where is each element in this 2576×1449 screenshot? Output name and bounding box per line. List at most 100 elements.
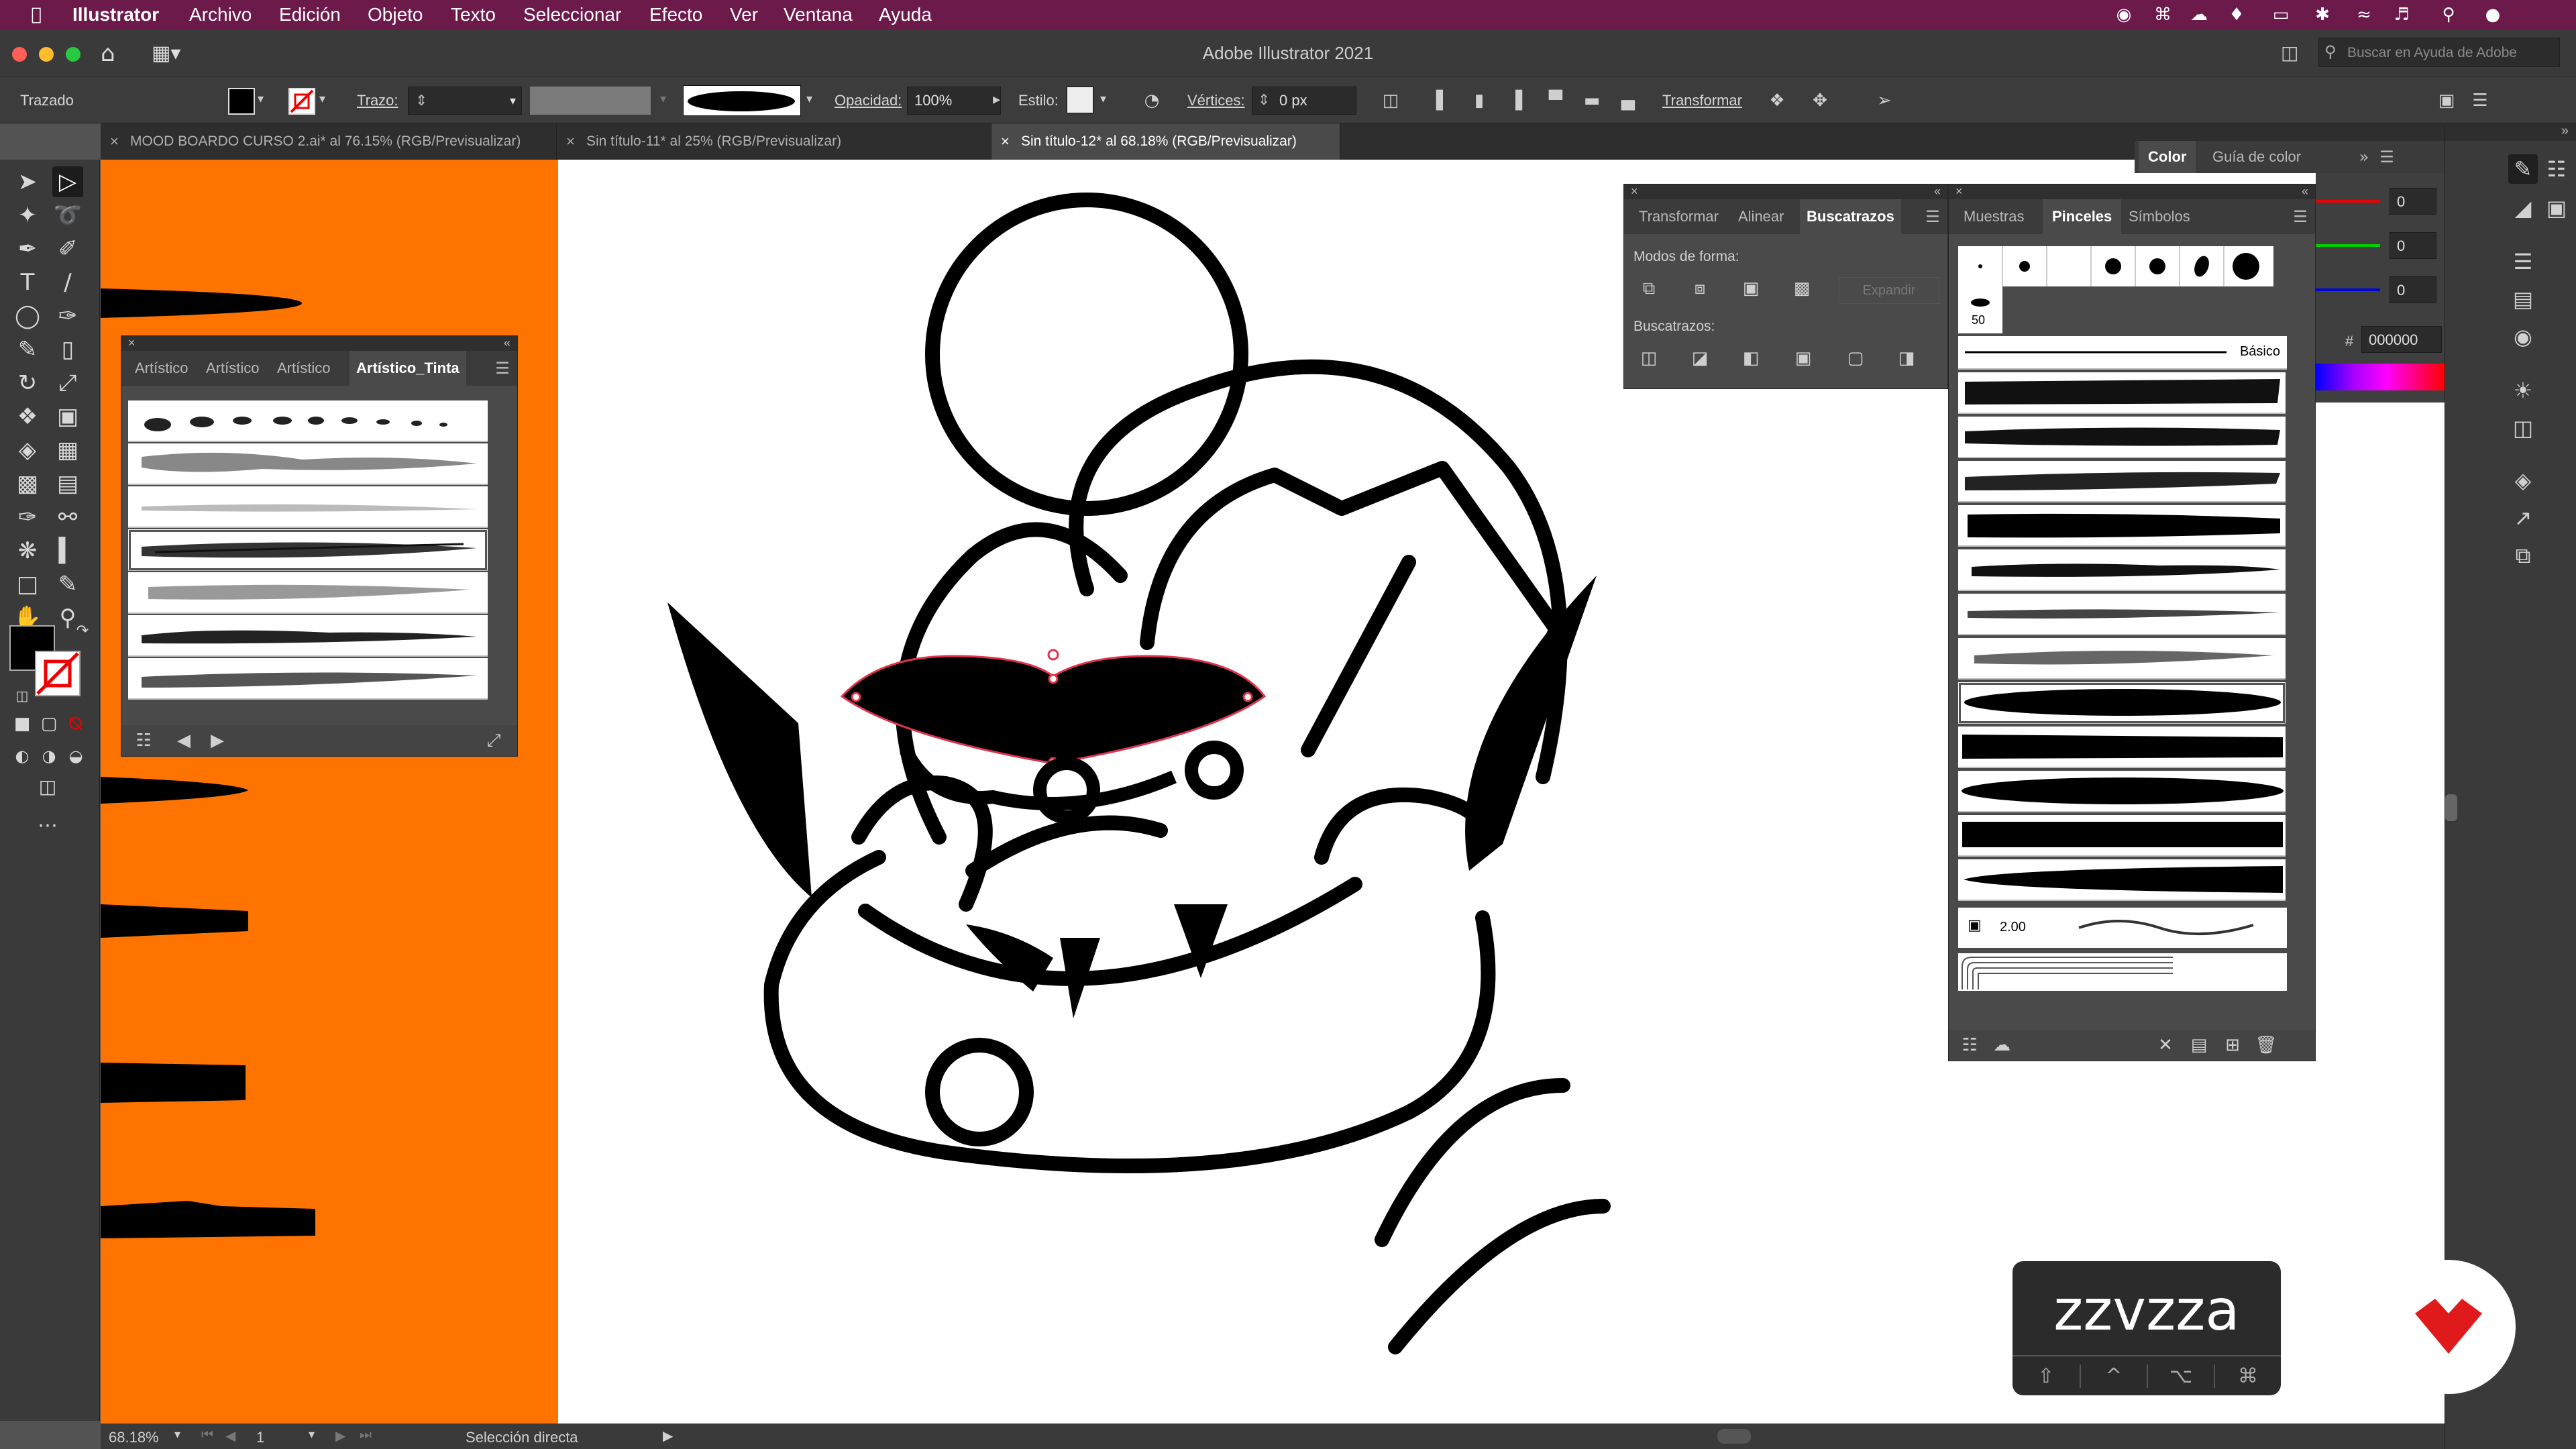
color-spectrum[interactable]: [2316, 364, 2445, 390]
tab-muestras[interactable]: Muestras: [1964, 199, 2024, 234]
stroke-label[interactable]: Trazo:: [357, 92, 398, 109]
fill-swatch[interactable]: [228, 88, 255, 115]
shape-builder-tool-icon[interactable]: ◈: [12, 435, 43, 466]
tab-simbolos[interactable]: Símbolos: [2129, 199, 2190, 234]
help-search-box[interactable]: ⚲ Buscar en Ayuda de Adobe: [2318, 38, 2560, 67]
eraser-tool-icon[interactable]: ▯: [52, 334, 83, 365]
brush-options-icon[interactable]: ▤: [2188, 1034, 2210, 1057]
brush-basic[interactable]: Básico: [1958, 336, 2287, 370]
opacity-expand-icon[interactable]: ▸: [993, 91, 1000, 108]
profile-dropdown-icon[interactable]: ▾: [660, 92, 666, 106]
previous-library-icon[interactable]: ◀: [172, 729, 195, 752]
graphic-style-swatch[interactable]: [1067, 87, 1093, 113]
magic-wand-tool-icon[interactable]: ✦: [12, 200, 43, 231]
edit-toolbar-icon[interactable]: ⋯: [32, 810, 63, 841]
slice-tool-icon[interactable]: ✎: [52, 569, 83, 600]
crop-icon[interactable]: ▣: [1792, 347, 1815, 370]
scale-tool-icon[interactable]: ⤢: [52, 368, 83, 398]
next-artboard-icon[interactable]: ▶: [335, 1428, 345, 1444]
minus-front-icon[interactable]: ⧈: [1688, 277, 1711, 300]
blend-tool-icon[interactable]: ⚯: [52, 502, 83, 533]
type-tool-icon[interactable]: T: [12, 267, 43, 298]
align-bottom-icon[interactable]: ▄: [1617, 89, 1640, 112]
tab-mood-board[interactable]: × MOOD BOARDO CURSO 2.ai* al 76.15% (RGB…: [101, 123, 557, 160]
column-graph-tool-icon[interactable]: ▍: [52, 535, 83, 566]
apple-icon[interactable]: : [25, 4, 47, 25]
ellipse-tool-icon[interactable]: ◯: [12, 301, 43, 331]
calligraphic-brushes-row[interactable]: [1958, 246, 2273, 286]
color-dock-icon[interactable]: ☀: [2508, 376, 2538, 405]
tab-buscatrazos[interactable]: Buscatrazos: [1800, 199, 1901, 234]
tab-artistico-tinta[interactable]: Artístico_Tinta: [350, 351, 466, 386]
collapse-panel-icon[interactable]: «: [2302, 184, 2308, 199]
canvas-vertical-scrollbar-thumb[interactable]: [2445, 794, 2457, 821]
brush-art-1[interactable]: [1958, 372, 2286, 414]
airplay-icon[interactable]: ▭: [2270, 4, 2292, 25]
menu-efecto[interactable]: Efecto: [649, 0, 702, 30]
swap-fill-stroke-icon[interactable]: ↷: [67, 616, 98, 647]
tab-artistico-1[interactable]: Artístico: [135, 351, 188, 386]
libraries-panel-icon[interactable]: ☁: [1990, 1034, 2013, 1057]
first-artboard-icon[interactable]: ⏮: [201, 1428, 213, 1443]
zoom-dropdown-icon[interactable]: ▾: [174, 1428, 180, 1442]
brush-border-pattern[interactable]: [1958, 953, 2287, 991]
tab-guia-de-color[interactable]: Guía de color: [2212, 141, 2301, 173]
divide-icon[interactable]: ◫: [1638, 347, 1660, 370]
asset-export-dock-icon[interactable]: ▣: [2542, 193, 2571, 223]
blue-value-field[interactable]: 0: [2390, 276, 2436, 303]
libraries-dock-icon[interactable]: ☷: [2542, 154, 2571, 184]
wifi-icon[interactable]: ≈: [2353, 4, 2375, 25]
new-brush-icon[interactable]: ⊞: [2221, 1034, 2244, 1057]
align-to-selection-icon[interactable]: ◫: [1379, 89, 1402, 112]
vertices-stepper-icon[interactable]: ⇕: [1258, 87, 1270, 114]
brush-swatch-dots[interactable]: [128, 400, 488, 442]
panel-menu-icon[interactable]: ☰: [2377, 148, 2396, 166]
brush-art-11[interactable]: [1958, 859, 2286, 901]
hex-value-field[interactable]: 000000: [2361, 326, 2442, 353]
recolor-artwork-icon[interactable]: ◔: [1140, 89, 1163, 112]
brush-art-6[interactable]: [1958, 594, 2286, 635]
brush-art-ellipse-selected[interactable]: [1958, 682, 2286, 724]
brush-art-4[interactable]: [1958, 505, 2286, 547]
siri-icon[interactable]: ●: [2482, 4, 2504, 25]
close-panel-icon[interactable]: ×: [1955, 184, 1963, 199]
brush-art-9[interactable]: [1958, 771, 2286, 812]
stroke-dropdown-arrow-icon[interactable]: ▾: [319, 92, 325, 106]
vertices-field[interactable]: ⇕ 0 px: [1252, 87, 1356, 115]
fill-dropdown-arrow-icon[interactable]: ▾: [258, 92, 264, 106]
menu-ventana[interactable]: Ventana: [784, 0, 853, 30]
panel-menu-icon[interactable]: ☰: [493, 359, 512, 378]
brush-pattern[interactable]: ▣ 2.00: [1958, 908, 2287, 948]
transform-each-icon[interactable]: ❖: [1766, 89, 1788, 112]
pen-tool-icon[interactable]: ✒: [12, 233, 43, 264]
trim-icon[interactable]: ◪: [1688, 347, 1711, 370]
stepper-icon[interactable]: ⇕: [415, 93, 427, 109]
transform-link[interactable]: Transformar: [1662, 92, 1742, 109]
menu-texto[interactable]: Texto: [451, 0, 496, 30]
align-top-icon[interactable]: ▀: [1544, 89, 1567, 112]
menu-app-name[interactable]: Illustrator: [72, 0, 159, 30]
style-dropdown-icon[interactable]: ▾: [1100, 92, 1106, 106]
volume-icon[interactable]: ♬: [2391, 4, 2412, 25]
brush-libraries-menu-icon[interactable]: ☷: [1958, 1034, 1981, 1057]
stroke-weight-field[interactable]: ⇕ ▾: [408, 87, 522, 115]
opacity-field[interactable]: 100%: [907, 87, 1001, 115]
align-right-icon[interactable]: ▐: [1504, 89, 1527, 112]
spotlight-search-icon[interactable]: ⚲: [2438, 4, 2459, 25]
status-menu-arrow-icon[interactable]: ▶: [663, 1428, 673, 1444]
dock-header[interactable]: »: [2445, 123, 2576, 141]
brush-art-5[interactable]: [1958, 549, 2286, 591]
next-library-icon[interactable]: ▶: [206, 729, 229, 752]
stroke-color-swatch[interactable]: [35, 651, 80, 696]
zoom-level[interactable]: 68.18%: [109, 1429, 159, 1446]
tab-alinear[interactable]: Alinear: [1738, 199, 1784, 234]
symbol-sprayer-tool-icon[interactable]: ❋: [12, 535, 43, 566]
opacity-label[interactable]: Opacidad:: [835, 92, 902, 109]
panel-header[interactable]: × «: [1624, 184, 1947, 199]
collapse-panel-icon[interactable]: «: [1934, 184, 1941, 199]
panel-menu-icon[interactable]: ☰: [2291, 207, 2310, 226]
transparency-dock-icon[interactable]: ◫: [2508, 413, 2538, 443]
paintbrush-tool-icon[interactable]: ✑: [52, 301, 83, 331]
creative-cloud-icon[interactable]: ☁: [2188, 4, 2210, 25]
panel-menu-icon[interactable]: ☰: [1923, 207, 1942, 226]
